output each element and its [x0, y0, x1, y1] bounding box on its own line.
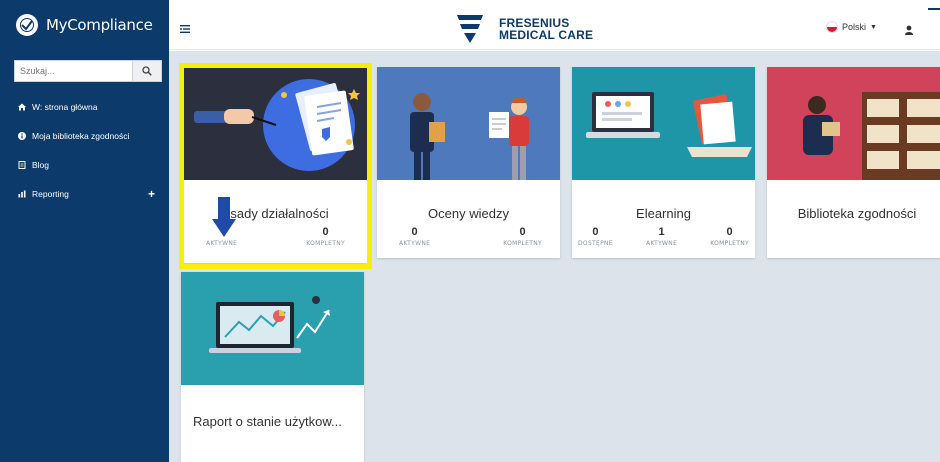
stat-label: KOMPLETNY	[503, 240, 542, 247]
language-label: Polski	[842, 22, 867, 32]
card-illustration	[184, 67, 367, 180]
sidebar-item-label: Reporting	[32, 188, 69, 199]
stat-value: 0	[592, 226, 599, 238]
sidebar-item-blog[interactable]: Blog	[0, 150, 169, 179]
card-stats: 0 AKTYWNE 0 KOMPLETNY	[377, 226, 560, 247]
card-title: Raport o stanie użytkow...	[193, 414, 342, 429]
stat-label: AKTYWNE	[399, 240, 431, 247]
stat-label: KOMPLETNY	[306, 240, 345, 247]
mycompliance-logo-icon	[16, 14, 38, 36]
header-accent-line	[928, 8, 940, 10]
stat-label: KOMPLETNY	[710, 240, 749, 247]
stat-value: 0	[322, 226, 329, 238]
sidebar-item-label: Moja biblioteka zgodności	[32, 130, 130, 141]
stat-available: 0 DOSTĘPNE	[578, 226, 613, 247]
top-header: FRESENIUS MEDICAL CARE Polski ▼	[169, 0, 940, 50]
sidebar-toggle-icon[interactable]	[180, 21, 190, 33]
stat-complete: 0 KOMPLETNY	[306, 226, 345, 247]
card-illustration	[572, 67, 755, 180]
search-bar	[14, 60, 162, 82]
stat-complete: 0 KOMPLETNY	[503, 226, 542, 247]
search-input[interactable]	[14, 60, 132, 82]
card-stats: 0 DOSTĘPNE 1 AKTYWNE 0 KOMPLETNY	[572, 226, 755, 247]
card-elearning[interactable]: Elearning 0 DOSTĘPNE 1 AKTYWNE 0 KOMPLET…	[572, 67, 755, 258]
stat-label: AKTYWNE	[645, 240, 678, 247]
sidebar-nav: W: strona główna Moja biblioteka zgodnoś…	[0, 92, 169, 208]
sidebar-item-reporting[interactable]: Reporting +	[0, 179, 169, 208]
stat-active: 0 AKTYWNE	[399, 226, 430, 247]
sidebar-item-home[interactable]: W: strona główna	[0, 92, 169, 121]
home-icon	[18, 103, 26, 111]
card-title: Oceny wiedzy	[428, 206, 509, 221]
stat-complete: 0 KOMPLETNY	[710, 226, 749, 247]
app-name: MyCompliance	[46, 16, 153, 34]
annotation-arrow-icon	[212, 197, 236, 237]
sidebar-item-library[interactable]: Moja biblioteka zgodności	[0, 121, 169, 150]
stat-active: 1 AKTYWNE	[646, 226, 677, 247]
bar-chart-icon	[18, 190, 26, 198]
sidebar-item-label: W: strona główna	[32, 101, 98, 112]
card-biblioteka[interactable]: Biblioteka zgodności	[767, 67, 940, 258]
user-icon[interactable]	[904, 22, 914, 35]
brand[interactable]: MyCompliance	[0, 0, 169, 50]
document-icon	[18, 160, 26, 169]
poland-flag-icon	[826, 21, 838, 33]
stat-label: DOSTĘPNE	[578, 240, 613, 247]
card-oceny-wiedzy[interactable]: Oceny wiedzy 0 AKTYWNE 0 KOMPLETNY	[377, 67, 560, 258]
fresenius-logo-icon	[457, 15, 483, 45]
stat-label: AKTYWNE	[206, 240, 238, 247]
logo-line-2: MEDICAL CARE	[499, 28, 594, 42]
card-illustration	[767, 67, 940, 180]
info-icon	[18, 131, 26, 140]
brand-logo-text: FRESENIUS MEDICAL CARE	[499, 17, 593, 41]
card-raport[interactable]: Raport o stanie użytkow...	[181, 272, 364, 462]
card-title: Elearning	[636, 206, 691, 221]
stat-value: 0	[411, 226, 418, 238]
main-content: sady działalności AKTYWNE 0 KOMPLETNY Oc…	[169, 51, 940, 462]
stat-value: 1	[658, 226, 665, 238]
search-icon	[142, 66, 152, 76]
language-selector[interactable]: Polski ▼	[826, 21, 877, 33]
expand-plus-icon[interactable]: +	[148, 187, 155, 201]
caret-down-icon: ▼	[870, 23, 877, 31]
card-illustration	[377, 67, 560, 180]
stat-value: 0	[519, 226, 526, 238]
card-title: Biblioteka zgodności	[797, 206, 917, 221]
search-button[interactable]	[132, 60, 162, 82]
sidebar: MyCompliance W: strona główna Moja bibli…	[0, 0, 169, 462]
stat-value: 0	[726, 226, 733, 238]
sidebar-item-label: Blog	[32, 159, 50, 170]
card-illustration	[181, 272, 364, 385]
